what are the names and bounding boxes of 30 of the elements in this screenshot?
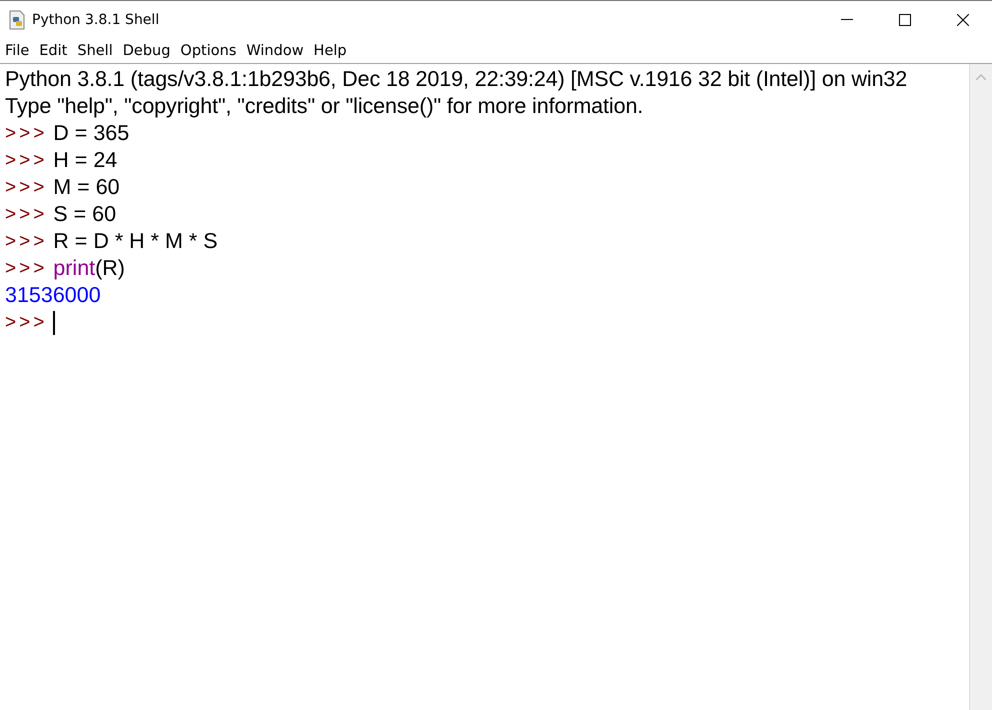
code-line: H = 24 bbox=[53, 148, 118, 173]
menu-item[interactable]: Window bbox=[246, 42, 314, 58]
menu-item[interactable]: Shell bbox=[77, 42, 123, 58]
maximize-icon bbox=[899, 14, 911, 26]
prompt: >>> bbox=[5, 258, 48, 280]
scrollbar[interactable] bbox=[969, 64, 992, 710]
menu-item[interactable]: File bbox=[5, 42, 40, 58]
close-icon bbox=[957, 14, 969, 26]
prompt: >>> bbox=[5, 204, 48, 226]
prompt: >>> bbox=[5, 176, 48, 198]
python-file-icon bbox=[8, 10, 26, 30]
banner-line: Python 3.8.1 (tags/v3.8.1:1b293b6, Dec 18 2019, 22:39:24) [MSC v.1916 32 bit (Intel)] on win32 bbox=[5, 67, 908, 92]
prompt: >>> bbox=[5, 312, 48, 334]
banner-line: Type "help", "copyright", "credits" or "license()" for more information. bbox=[5, 94, 644, 119]
prompt: >>> bbox=[5, 150, 48, 172]
window-title: Python 3.8.1 Shell bbox=[32, 12, 160, 28]
code-line: R = D * H * M * S bbox=[53, 229, 218, 254]
menu-item[interactable]: Options bbox=[180, 42, 246, 58]
menu-item[interactable]: Edit bbox=[39, 42, 78, 58]
prompt: >>> bbox=[5, 122, 48, 144]
code-line: D = 365 bbox=[53, 121, 130, 146]
output-line: 31536000 bbox=[5, 283, 101, 308]
menu-item[interactable]: Help bbox=[314, 42, 357, 58]
code-line: print(R) bbox=[53, 256, 125, 281]
code-line: S = 60 bbox=[53, 202, 116, 227]
minimize-icon bbox=[841, 19, 853, 20]
menu-item[interactable]: Debug bbox=[122, 42, 180, 58]
scroll-up-icon[interactable] bbox=[976, 74, 986, 80]
prompt: >>> bbox=[5, 230, 48, 252]
code-line: M = 60 bbox=[53, 175, 120, 200]
